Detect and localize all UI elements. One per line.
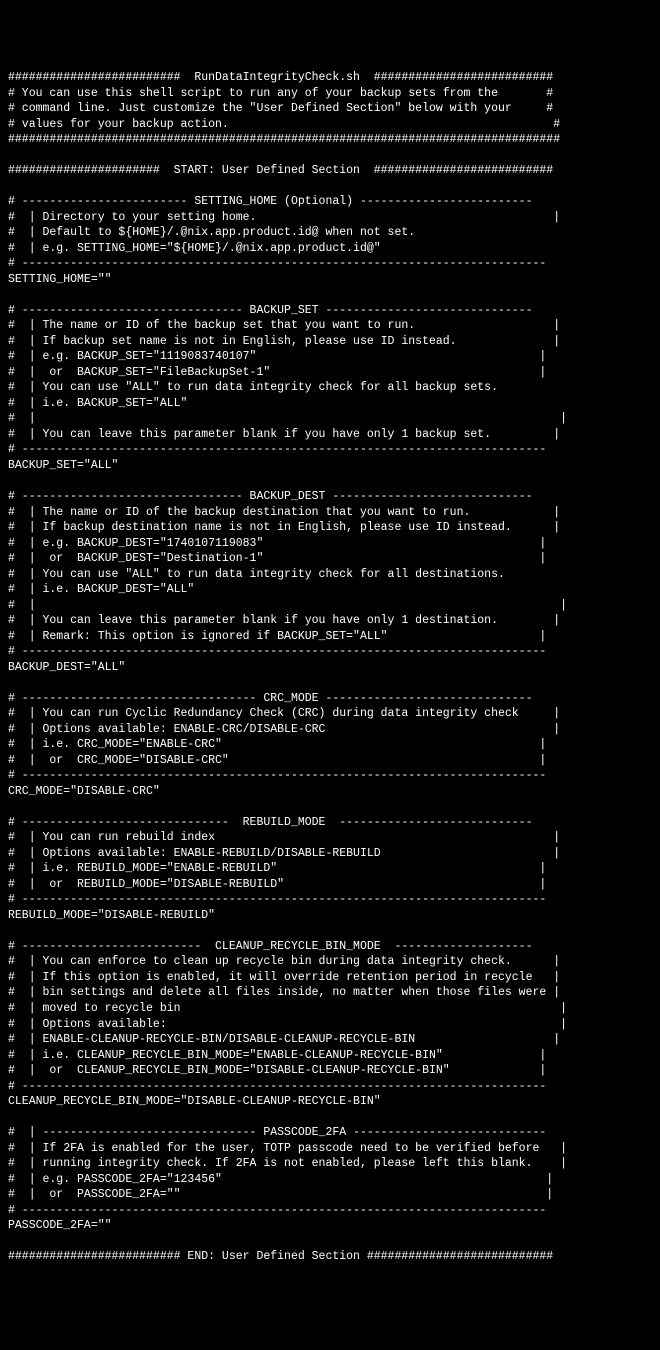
cleanup-mode-line: # | ENABLE-CLEANUP-RECYCLE-BIN/DISABLE-C… (8, 1033, 560, 1046)
setting-home-head: # ------------------------ SETTING_HOME … (8, 195, 533, 208)
backup-set-line: # | e.g. BACKUP_SET="1119083740107" | (8, 350, 546, 363)
crc-mode-line: # | Options available: ENABLE-CRC/DISABL… (8, 723, 560, 736)
backup-dest-head: # -------------------------------- BACKU… (8, 490, 533, 503)
crc-mode-foot: # --------------------------------------… (8, 769, 546, 782)
backup-dest-line: # | Remark: This option is ignored if BA… (8, 630, 546, 643)
backup-set-value: BACKUP_SET="ALL" (8, 459, 118, 472)
backup-set-line: # | i.e. BACKUP_SET="ALL" (8, 397, 187, 410)
cleanup-mode-line: # | moved to recycle bin | (8, 1002, 567, 1015)
setting-home-value: SETTING_HOME="" (8, 273, 112, 286)
header-line: ########################################… (8, 133, 560, 146)
backup-set-head: # -------------------------------- BACKU… (8, 304, 533, 317)
cleanup-mode-line: # | or CLEANUP_RECYCLE_BIN_MODE="DISABLE… (8, 1064, 546, 1077)
rebuild-mode-line: # | or REBUILD_MODE="DISABLE-REBUILD" | (8, 878, 546, 891)
backup-dest-line: # | The name or ID of the backup destina… (8, 506, 560, 519)
rebuild-mode-head: # ------------------------------ REBUILD… (8, 816, 533, 829)
backup-dest-value: BACKUP_DEST="ALL" (8, 661, 125, 674)
backup-set-foot: # --------------------------------------… (8, 443, 546, 456)
passcode-2fa-line: # | e.g. PASSCODE_2FA="123456" | (8, 1173, 553, 1186)
rebuild-mode-foot: # --------------------------------------… (8, 893, 546, 906)
rebuild-mode-value: REBUILD_MODE="DISABLE-REBUILD" (8, 909, 215, 922)
end-section: ######################### END: User Defi… (8, 1250, 553, 1263)
cleanup-mode-foot: # --------------------------------------… (8, 1080, 546, 1093)
setting-home-foot: # --------------------------------------… (8, 257, 546, 270)
backup-dest-line: # | e.g. BACKUP_DEST="1740107119083" | (8, 537, 546, 550)
setting-home-line: # | Default to ${HOME}/.@nix.app.product… (8, 226, 415, 239)
passcode-2fa-value: PASSCODE_2FA="" (8, 1219, 112, 1232)
rebuild-mode-line: # | i.e. REBUILD_MODE="ENABLE-REBUILD" | (8, 862, 546, 875)
header-line: # values for your backup action. # (8, 118, 560, 131)
header-line: # command line. Just customize the "User… (8, 102, 553, 115)
cleanup-mode-line: # | i.e. CLEANUP_RECYCLE_BIN_MODE="ENABL… (8, 1049, 546, 1062)
backup-dest-foot: # --------------------------------------… (8, 645, 546, 658)
rebuild-mode-line: # | Options available: ENABLE-REBUILD/DI… (8, 847, 560, 860)
passcode-2fa-line: # | If 2FA is enabled for the user, TOTP… (8, 1142, 567, 1155)
header-line: # You can use this shell script to run a… (8, 87, 553, 100)
backup-dest-line: # | If backup destination name is not in… (8, 521, 560, 534)
crc-mode-line: # | or CRC_MODE="DISABLE-CRC" | (8, 754, 546, 767)
cleanup-mode-line: # | If this option is enabled, it will o… (8, 971, 560, 984)
backup-set-line: # | If backup set name is not in English… (8, 335, 560, 348)
backup-dest-line: # | i.e. BACKUP_DEST="ALL" (8, 583, 194, 596)
backup-set-line: # | You can use "ALL" to run data integr… (8, 381, 498, 394)
crc-mode-value: CRC_MODE="DISABLE-CRC" (8, 785, 160, 798)
passcode-2fa-line: # | running integrity check. If 2FA is n… (8, 1157, 567, 1170)
backup-set-line: # | | (8, 412, 567, 425)
backup-set-line: # | The name or ID of the backup set tha… (8, 319, 560, 332)
crc-mode-line: # | i.e. CRC_MODE="ENABLE-CRC" | (8, 738, 546, 751)
script-content: ######################### RunDataIntegri… (8, 70, 652, 1265)
crc-mode-head: # ---------------------------------- CRC… (8, 692, 533, 705)
crc-mode-line: # | You can run Cyclic Redundancy Check … (8, 707, 560, 720)
passcode-2fa-line: # | or PASSCODE_2FA="" | (8, 1188, 553, 1201)
cleanup-mode-head: # -------------------------- CLEANUP_REC… (8, 940, 533, 953)
title-line: ######################### RunDataIntegri… (8, 71, 553, 84)
cleanup-mode-line: # | bin settings and delete all files in… (8, 986, 560, 999)
setting-home-line: # | Directory to your setting home. | (8, 211, 560, 224)
backup-set-line: # | or BACKUP_SET="FileBackupSet-1" | (8, 366, 546, 379)
backup-dest-line: # | or BACKUP_DEST="Destination-1" | (8, 552, 546, 565)
setting-home-line: # | e.g. SETTING_HOME="${HOME}/.@nix.app… (8, 242, 381, 255)
backup-set-line: # | You can leave this parameter blank i… (8, 428, 560, 441)
backup-dest-line: # | You can leave this parameter blank i… (8, 614, 560, 627)
passcode-2fa-foot: # --------------------------------------… (8, 1204, 546, 1217)
rebuild-mode-line: # | You can run rebuild index | (8, 831, 560, 844)
cleanup-mode-line: # | Options available: | (8, 1018, 567, 1031)
backup-dest-line: # | You can use "ALL" to run data integr… (8, 568, 505, 581)
backup-dest-line: # | | (8, 599, 567, 612)
cleanup-mode-value: CLEANUP_RECYCLE_BIN_MODE="DISABLE-CLEANU… (8, 1095, 381, 1108)
start-section: ###################### START: User Defin… (8, 164, 553, 177)
passcode-2fa-head: # | ------------------------------- PASS… (8, 1126, 546, 1139)
cleanup-mode-line: # | You can enforce to clean up recycle … (8, 955, 560, 968)
